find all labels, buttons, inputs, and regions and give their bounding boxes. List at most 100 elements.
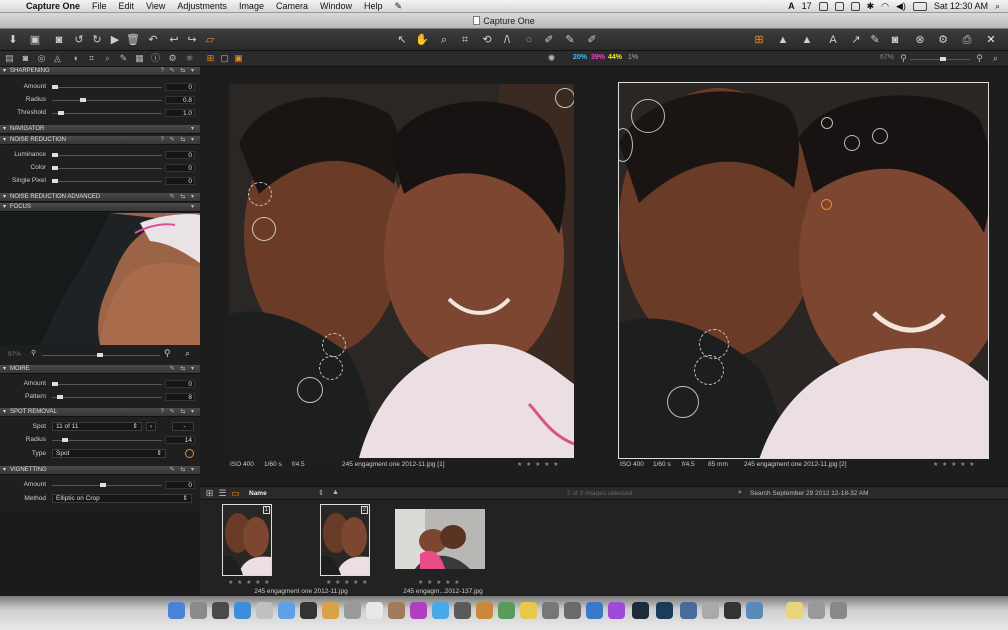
output-tab-icon[interactable]: ⊗ <box>913 33 927 47</box>
zoom-tool-icon[interactable]: ⌕ <box>437 33 451 47</box>
timemachine-icon[interactable] <box>834 1 844 11</box>
focus-preview[interactable] <box>0 213 200 345</box>
spot-type-select[interactable]: Spot ⇕ <box>52 449 166 458</box>
spot-marker[interactable] <box>667 386 699 418</box>
sort-select[interactable]: Name <box>249 490 267 497</box>
output-icon[interactable]: ▦ <box>134 53 145 64</box>
noise-reduction-header[interactable]: NOISE REDUCTION? ✎ ⇆ ▾ <box>0 136 200 145</box>
spot-marker[interactable] <box>322 333 346 357</box>
spot-marker[interactable] <box>297 377 323 403</box>
list-icon[interactable]: ☰ <box>217 488 228 499</box>
details-tab-icon[interactable]: A <box>826 33 840 47</box>
picker-tool-icon[interactable]: ✐ <box>542 33 556 47</box>
volume-icon[interactable]: ◀) <box>896 1 906 12</box>
capture-icon[interactable]: ▣ <box>28 33 42 47</box>
capture-one-dock-icon[interactable] <box>542 602 559 619</box>
spot-marker-active[interactable] <box>821 199 832 210</box>
settings-icon[interactable]: ⚙ <box>936 33 950 47</box>
preview-dock-icon[interactable] <box>498 602 515 619</box>
photos-dock-icon[interactable] <box>388 602 405 619</box>
info-icon[interactable]: ⓘ <box>150 53 161 64</box>
vignetting-amount-slider[interactable] <box>52 483 162 487</box>
thumbnail-1[interactable]: 1 <box>222 504 272 576</box>
white-balance-tool-icon[interactable]: ✎ <box>563 33 577 47</box>
spot-marker[interactable] <box>844 135 860 151</box>
moire-header[interactable]: MOIRE✎ ⇆ ▾ <box>0 365 200 374</box>
fullscreen-icon[interactable]: ✕ <box>984 33 998 47</box>
bluetooth-icon[interactable]: ✱ <box>867 1 875 12</box>
spot-marker[interactable] <box>631 99 665 133</box>
lightroom-dock-icon[interactable] <box>632 602 649 619</box>
trash-icon[interactable]: 🗑 <box>126 33 140 47</box>
right-rating[interactable]: ★ ★ ★ ★ ★ <box>933 461 976 468</box>
wifi-icon[interactable]: ◠ <box>881 1 889 12</box>
vignetting-method-select[interactable]: Elliptic on Crop ⇕ <box>52 494 192 503</box>
itunes-dock-icon[interactable] <box>344 602 361 619</box>
left-rating[interactable]: ★ ★ ★ ★ ★ <box>517 461 560 468</box>
system-preferences-dock-icon[interactable] <box>564 602 581 619</box>
search-field[interactable]: Search September 29 2012 12-18-32 AM <box>750 490 869 497</box>
spot-marker[interactable] <box>319 356 343 380</box>
sharpening-header[interactable]: SHARPENING? ✎ ⇆ ▾ <box>0 67 200 76</box>
exposure-icon[interactable]: ◎ <box>36 53 47 64</box>
music-dock-icon[interactable] <box>410 602 427 619</box>
search-icon[interactable]: ⌕ <box>738 489 742 497</box>
camera-icon[interactable]: ◙ <box>52 33 66 47</box>
thumbnail-3[interactable] <box>395 509 485 569</box>
library-tab-icon[interactable]: ⊞ <box>752 33 766 47</box>
spot-removal-header[interactable]: SPOT REMOVAL? ✎ ⇆ ▾ <box>0 408 200 417</box>
spot-radius-slider[interactable] <box>52 438 162 442</box>
finder-dock-icon[interactable] <box>168 602 185 619</box>
photo-right[interactable] <box>618 82 989 459</box>
menu-view[interactable]: View <box>140 1 171 11</box>
automator-dock-icon[interactable] <box>702 602 719 619</box>
exposure-tab-icon[interactable]: ▲ <box>776 33 790 47</box>
grid-icon[interactable]: ⊞ <box>204 488 215 499</box>
grid-view-icon[interactable]: ⊞ <box>205 53 216 64</box>
print-icon[interactable]: ⎙ <box>960 33 974 47</box>
multi-view-icon[interactable]: ▣ <box>233 53 244 64</box>
menu-adjustments[interactable]: Adjustments <box>171 1 233 11</box>
aperture-dock-icon[interactable] <box>454 602 471 619</box>
navigator-header[interactable]: NAVIGATOR▾ <box>0 125 200 134</box>
sharpening-threshold-value[interactable]: 1.0 <box>165 109 195 117</box>
rotate-right-icon[interactable]: ↻ <box>90 33 104 47</box>
menu-edit[interactable]: Edit <box>113 1 141 11</box>
undo-icon[interactable]: ↩ <box>167 33 181 47</box>
garageband-dock-icon[interactable] <box>476 602 493 619</box>
photoshop-dock-icon[interactable] <box>656 602 673 619</box>
viewer-loupe-icon[interactable]: ⌕ <box>990 53 1001 64</box>
spot-marker[interactable] <box>699 329 729 359</box>
batch-icon[interactable]: ⚛ <box>184 53 195 64</box>
spotlight-icon[interactable]: ⌕ <box>995 1 1000 12</box>
copy-adjustments-icon[interactable]: ▱ <box>203 33 217 47</box>
terminal-dock-icon[interactable] <box>724 602 741 619</box>
noise-color-value[interactable]: 0 <box>165 164 195 172</box>
color-icon[interactable]: ◬ <box>52 53 63 64</box>
menu-app[interactable]: Capture One <box>20 1 86 11</box>
filmstrip-icon[interactable]: ▭ <box>230 488 241 499</box>
ical-dock-icon[interactable] <box>256 602 273 619</box>
vignetting-amount-value[interactable]: 0 <box>165 481 195 489</box>
xcode-dock-icon[interactable] <box>586 602 603 619</box>
moire-amount-slider[interactable] <box>52 382 162 386</box>
clock[interactable]: Sat 12:30 AM <box>934 1 988 11</box>
sharpening-radius-value[interactable]: 0.8 <box>165 96 195 104</box>
spot-marker[interactable] <box>872 128 888 144</box>
single-view-icon[interactable]: ▢ <box>219 53 230 64</box>
import-icon[interactable]: ⬇ <box>6 33 20 47</box>
spot-type-circle-icon[interactable] <box>185 449 194 458</box>
noise-luminance-slider[interactable] <box>52 153 162 157</box>
lens-tab-icon[interactable]: ↗ <box>849 33 863 47</box>
focus-icon[interactable]: ⌕ <box>102 53 113 64</box>
focus-loupe-icon[interactable]: ⌕ <box>185 348 190 359</box>
capture-tab-icon[interactable]: ◙ <box>20 53 31 64</box>
contacts-dock-icon[interactable] <box>322 602 339 619</box>
photo-left[interactable] <box>229 84 574 458</box>
downloads-dock-icon[interactable] <box>746 602 763 619</box>
sort-dropdown-icon[interactable]: ⇕ <box>318 489 324 497</box>
spot-marker[interactable] <box>694 355 724 385</box>
sort-direction-icon[interactable]: ▲ <box>332 489 339 496</box>
adjust-tab-icon[interactable]: ✎ <box>868 33 882 47</box>
thumbnail-2[interactable]: 2 <box>320 504 370 576</box>
